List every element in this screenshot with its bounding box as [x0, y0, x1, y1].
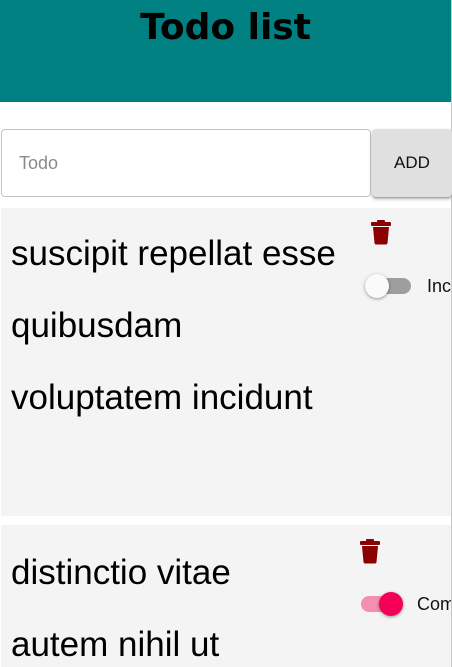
- todo-text-line: autem nihil ut: [11, 625, 220, 664]
- todo-text-line: quibusdam: [11, 306, 183, 345]
- page-title: Todo list: [140, 7, 311, 48]
- trash-icon: [360, 539, 380, 564]
- toggle-switch[interactable]: [365, 274, 415, 298]
- todo-card: distinctio vitae autem nihil ut Com: [1, 525, 451, 667]
- delete-button[interactable]: [359, 538, 381, 564]
- todo-input[interactable]: [1, 129, 371, 197]
- trash-icon: [371, 220, 391, 245]
- todo-text-line: suscipit repellat esse: [11, 234, 336, 273]
- status-toggle: Com: [355, 592, 451, 616]
- todo-text-line: voluptatem incidunt: [11, 378, 313, 417]
- status-toggle: Inc: [365, 274, 451, 298]
- todo-text: suscipit repellat esse quibusdam volupta…: [11, 218, 356, 434]
- todo-text: distinctio vitae autem nihil ut: [11, 537, 356, 667]
- delete-button[interactable]: [370, 219, 392, 245]
- todo-card: suscipit repellat esse quibusdam volupta…: [1, 208, 451, 516]
- toggle-thumb: [379, 592, 403, 616]
- toggle-switch[interactable]: [355, 592, 405, 616]
- app-header: Todo list: [0, 0, 451, 102]
- toggle-thumb: [365, 274, 389, 298]
- add-button[interactable]: ADD: [372, 129, 452, 197]
- todo-text-line: distinctio vitae: [11, 553, 231, 592]
- toggle-label: Com: [417, 593, 451, 614]
- toggle-label: Inc: [427, 275, 451, 296]
